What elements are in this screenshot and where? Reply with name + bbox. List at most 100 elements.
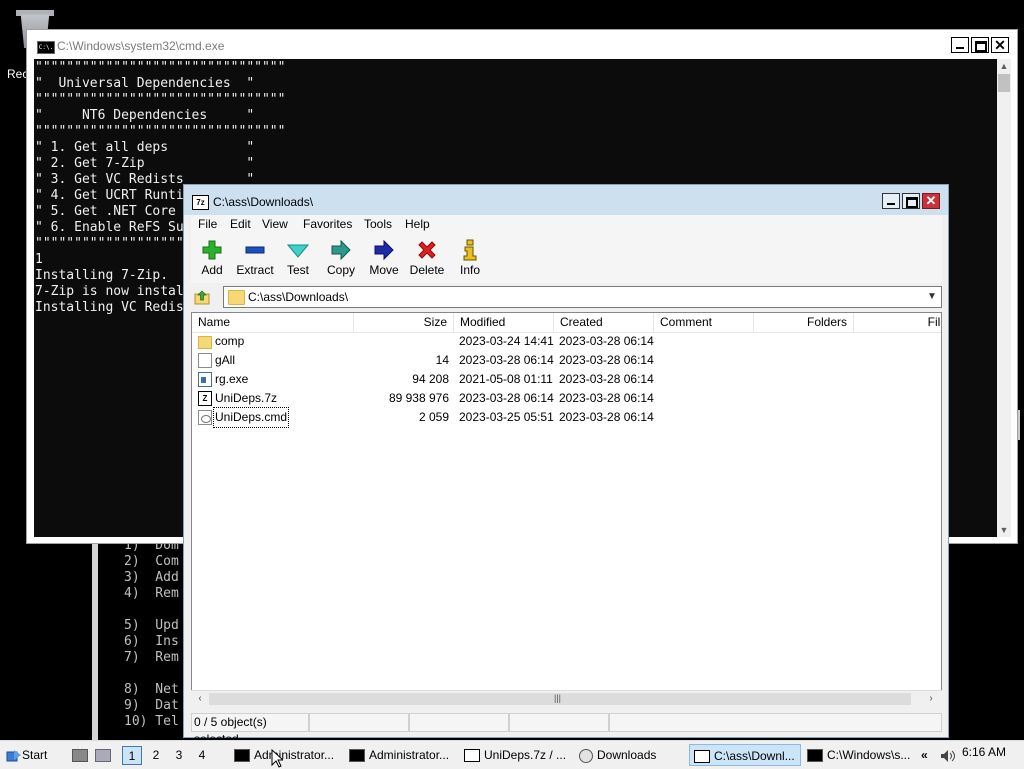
7zip-icon [694, 750, 710, 764]
extract-button[interactable]: Extract [234, 239, 276, 281]
taskbar: Start 1 2 3 4 Administrator... Administr… [0, 740, 1024, 769]
test-button[interactable]: Test [277, 239, 319, 281]
table-row[interactable]: rg.exe 94 208 2021-05-08 01:11 2023-03-2… [192, 370, 941, 389]
menu-edit[interactable]: Edit [230, 217, 251, 231]
downloads-icon [579, 748, 593, 763]
add-button[interactable]: Add [191, 239, 233, 281]
cmd-maximize-button[interactable] [971, 37, 989, 53]
batch-file-icon [198, 410, 212, 425]
column-header-created[interactable]: Created [554, 313, 654, 332]
status-segment [309, 713, 409, 732]
file-modified: 2023-03-28 06:14 [459, 353, 554, 367]
taskbar-item-unideps[interactable]: UniDeps.7z / ... [460, 744, 573, 766]
taskbar-item-label: C:\Windows\s... [827, 748, 911, 762]
address-input[interactable]: C:\ass\Downloads\ ▼ [223, 286, 942, 308]
plus-icon [202, 240, 222, 260]
file-size: 2 059 [418, 410, 449, 424]
taskbar-item-file-manager[interactable]: C:\ass\Downl... [689, 744, 801, 766]
info-button[interactable]: Info [449, 239, 491, 281]
workspace-1-button[interactable]: 1 [122, 746, 142, 765]
delete-button[interactable]: Delete [406, 239, 448, 281]
scroll-right-arrow-icon[interactable]: › [924, 692, 938, 706]
start-button[interactable]: Start [6, 744, 50, 766]
minus-icon [245, 246, 265, 254]
delete-x-icon [418, 241, 436, 259]
fm-close-button[interactable]: ✕ [922, 193, 940, 209]
folder-up-icon[interactable] [194, 289, 210, 305]
fm-horizontal-scrollbar[interactable]: ‹ ||| › [191, 690, 942, 708]
status-segment [409, 713, 509, 732]
cmd-scroll-thumb[interactable] [998, 74, 1010, 92]
file-created: 2023-03-28 06:14 [559, 410, 654, 424]
menu-help[interactable]: Help [405, 217, 430, 231]
taskbar-item-administrator-1[interactable]: Administrator... [230, 744, 343, 766]
taskbar-item-downloads[interactable]: Downloads [575, 744, 688, 766]
offscreen-window-edge [1018, 410, 1024, 440]
menu-tools[interactable]: Tools [364, 217, 392, 231]
file-name: UniDeps.7z [215, 391, 278, 405]
column-header-comment[interactable]: Comment [654, 313, 754, 332]
file-size: 94 208 [412, 372, 449, 386]
move-button[interactable]: Move [363, 239, 405, 281]
file-list[interactable]: Name Size Modified Created Comment Folde… [191, 312, 942, 708]
task-switcher-icon[interactable] [93, 744, 111, 766]
archive-icon [464, 749, 480, 763]
test-label: Test [286, 263, 309, 277]
file-name: comp [215, 334, 245, 348]
show-desktop-icon[interactable] [70, 744, 88, 766]
column-header-modified[interactable]: Modified [454, 313, 554, 332]
cmd-minimize-button[interactable] [951, 37, 969, 53]
workspace-2-button[interactable]: 2 [146, 746, 166, 765]
scroll-down-arrow-icon[interactable]: ▼ [997, 523, 1011, 537]
workspace-3-button[interactable]: 3 [169, 746, 189, 765]
taskbar-item-label: Administrator... [369, 748, 450, 762]
desktop-glyph [72, 749, 88, 763]
cmd-title-bar[interactable]: C:\. C:\Windows\system32\cmd.exe ✕ [27, 30, 1017, 59]
file-name: gAll [215, 353, 236, 367]
workspace-4-button[interactable]: 4 [192, 746, 212, 765]
file-name: rg.exe [215, 372, 249, 386]
file-manager-window[interactable]: 7z C:\ass\Downloads\ ✕ File Edit View Fa… [183, 184, 949, 746]
console-icon [234, 749, 250, 763]
fm-title-bar[interactable]: 7z C:\ass\Downloads\ ✕ [184, 185, 948, 215]
table-row[interactable]: UniDeps.cmd 2 059 2023-03-25 05:51 2023-… [192, 407, 941, 428]
taskbar-item-label: Administrator... [254, 748, 335, 762]
scroll-left-arrow-icon[interactable]: ‹ [193, 692, 207, 706]
add-label: Add [201, 263, 223, 277]
fm-status-bar: 0 / 5 object(s) selected [191, 713, 942, 746]
taskbar-item-label: Downloads [597, 748, 657, 762]
console-icon: C:\. [37, 41, 55, 54]
start-label: Start [22, 748, 48, 762]
column-header-folders[interactable]: Folders [754, 313, 854, 332]
column-header-size[interactable]: Size [354, 313, 454, 332]
file-name: UniDeps.cmd [212, 407, 290, 428]
cmd-vertical-scrollbar[interactable]: ▲ ▼ [997, 59, 1011, 537]
table-row[interactable]: gAll 14 2023-03-28 06:14 2023-03-28 06:1… [192, 351, 941, 370]
file-size [354, 332, 449, 351]
menu-favorites[interactable]: Favorites [303, 217, 352, 231]
menu-view[interactable]: View [262, 217, 288, 231]
taskbar-item-administrator-2[interactable]: Administrator... [345, 744, 458, 766]
scroll-up-arrow-icon[interactable]: ▲ [997, 59, 1011, 73]
clock: 6:16 AM [962, 745, 1007, 759]
file-icon [198, 353, 212, 368]
copy-button[interactable]: Copy [320, 239, 362, 281]
taskbar-item-cmd[interactable]: C:\Windows\s... [803, 744, 915, 766]
file-created: 2023-03-28 06:14 [559, 334, 654, 348]
file-modified: 2023-03-28 06:14 [459, 391, 554, 405]
extract-label: Extract [236, 263, 274, 277]
tray-expand-icon[interactable]: « [921, 744, 935, 766]
column-header-name[interactable]: Name [192, 313, 354, 332]
menu-file[interactable]: File [198, 217, 217, 231]
volume-icon[interactable] [940, 749, 956, 763]
table-row[interactable]: comp 2023-03-24 14:41 2023-03-28 06:14 [192, 332, 941, 351]
column-header-files[interactable]: File [854, 313, 941, 332]
background-console-text: 1) Dom 2) Com 3) Add 4) Rem 5) Upd 6) In… [124, 538, 179, 729]
fm-minimize-button[interactable] [882, 193, 900, 209]
chevron-down-icon[interactable]: ▼ [925, 290, 939, 304]
delete-label: Delete [409, 263, 445, 277]
cmd-close-button[interactable]: ✕ [991, 37, 1009, 53]
status-segment [609, 713, 942, 732]
fm-maximize-button[interactable] [902, 193, 920, 209]
table-row[interactable]: Z UniDeps.7z 89 938 976 2023-03-28 06:14… [192, 389, 941, 408]
